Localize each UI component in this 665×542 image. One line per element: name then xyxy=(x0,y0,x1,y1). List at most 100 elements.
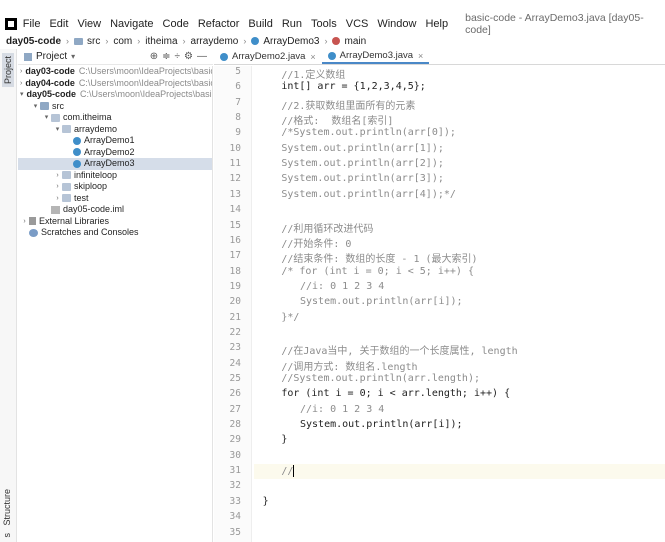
line-number-gutter[interactable]: 5 6 7 8 9 10 11 12 13 14 15 16 17 18 19 20 21 22 23 24 25 26 2… xyxy=(214,66,252,542)
gear-icon[interactable]: ⚙ xyxy=(184,51,193,62)
folder-icon xyxy=(74,37,84,45)
code-line: //开始条件: 0 xyxy=(281,238,352,250)
breadcrumb-item[interactable]: src xyxy=(87,36,100,47)
chevron-down-icon[interactable]: ▾ xyxy=(31,101,40,113)
tree-item[interactable]: ▾ arraydemo xyxy=(18,124,212,136)
menu-refactor[interactable]: Refactor xyxy=(198,18,240,30)
folder-icon xyxy=(40,102,49,111)
tree-item[interactable]: ArrayDemo3 xyxy=(18,158,212,170)
chevron-down-icon[interactable]: ▾ xyxy=(20,89,24,101)
breadcrumb-item[interactable]: main xyxy=(344,36,366,47)
chevron-down-icon[interactable]: ▾ xyxy=(71,52,75,61)
tree-item[interactable]: › skiploop xyxy=(18,181,212,193)
breadcrumb-item[interactable]: arraydemo xyxy=(191,36,239,47)
line-number: 5 xyxy=(235,66,241,77)
tree-item-label: External Libraries xyxy=(39,215,110,226)
chevron-right-icon[interactable]: › xyxy=(53,193,62,205)
menu-navigate[interactable]: Navigate xyxy=(110,18,153,30)
line-number: 24 xyxy=(229,357,241,369)
chevron-right-icon[interactable]: › xyxy=(20,66,22,78)
code-line: }*/ xyxy=(281,311,300,323)
project-panel-header: Project ▾ ⊕ ≑ ÷ ⚙ — xyxy=(18,49,213,65)
tree-item[interactable]: ArrayDemo2 xyxy=(18,147,212,159)
line-number: 26 xyxy=(229,388,241,400)
breadcrumb-item[interactable]: ArrayDemo3 xyxy=(263,36,319,47)
structure-tool-tab[interactable]: Structure xyxy=(2,489,12,526)
chevron-down-icon[interactable]: ▾ xyxy=(42,112,51,124)
menu-edit[interactable]: Edit xyxy=(49,18,68,30)
menu-run[interactable]: Run xyxy=(282,18,302,30)
line-number: 25 xyxy=(229,373,241,384)
tab-arraydemo3[interactable]: ArrayDemo3.java × xyxy=(321,49,430,64)
class-icon xyxy=(251,37,260,45)
menu-tools[interactable]: Tools xyxy=(311,18,337,30)
tree-item-path: C:\Users\moon\IdeaProjects\basic-code xyxy=(78,66,213,76)
line-number: 17 xyxy=(229,250,241,262)
code-line: // xyxy=(281,465,295,478)
tab-label: ArrayDemo3.java xyxy=(339,50,414,61)
chevron-right-icon[interactable]: › xyxy=(53,181,62,193)
menu-window[interactable]: Window xyxy=(377,18,416,30)
menu-code[interactable]: Code xyxy=(163,18,189,30)
menu-view[interactable]: View xyxy=(77,18,101,30)
project-tool-tab[interactable]: Project xyxy=(2,53,14,88)
class-icon xyxy=(327,51,336,60)
tree-item[interactable]: ArrayDemo1 xyxy=(18,135,212,147)
locate-icon[interactable]: ⊕ xyxy=(150,51,158,62)
tree-item[interactable]: › infiniteloop xyxy=(18,170,212,182)
code-line: int[] arr = {1,2,3,4,5}; xyxy=(281,81,426,93)
class-icon xyxy=(73,159,81,168)
menu-bar: File Edit View Navigate Code Refactor Bu… xyxy=(0,12,665,36)
tab-arraydemo2[interactable]: ArrayDemo2.java × xyxy=(214,49,322,64)
tree-item[interactable]: › External Libraries xyxy=(18,216,212,228)
collapse-all-icon[interactable]: ÷ xyxy=(175,51,181,62)
chevron-right-icon[interactable]: › xyxy=(53,170,62,182)
tree-item-path: C:\Users\moon\IdeaProjects\basic-code xyxy=(80,89,212,99)
tree-item[interactable]: Scratches and Consoles xyxy=(18,227,212,239)
line-number: 20 xyxy=(229,296,241,308)
breadcrumb-item[interactable]: itheima xyxy=(145,36,177,47)
chevron-right-icon[interactable]: › xyxy=(20,78,22,90)
tree-item-label: infiniteloop xyxy=(74,169,118,180)
tree-item-label: day05-code xyxy=(26,89,77,99)
line-number: 15 xyxy=(229,219,241,231)
line-number: 23 xyxy=(229,342,241,354)
breadcrumb-item[interactable]: day05-code xyxy=(6,36,61,47)
menu-help[interactable]: Help xyxy=(425,18,448,30)
tree-item-label: test xyxy=(74,192,89,203)
hide-panel-icon[interactable]: — xyxy=(197,51,207,62)
editor-tabs: ArrayDemo2.java × ArrayDemo3.java × xyxy=(214,49,665,65)
bottom-tool-tab[interactable]: s xyxy=(2,533,12,538)
tree-item[interactable]: ▾ src xyxy=(18,101,212,113)
line-number: 34 xyxy=(229,511,241,523)
close-icon[interactable]: × xyxy=(418,51,423,61)
project-tree: › day03-code C:\Users\moon\IdeaProjects\ba… xyxy=(18,66,213,542)
chevron-right-icon[interactable]: › xyxy=(20,216,29,228)
menu-file[interactable]: File xyxy=(23,18,41,30)
package-icon xyxy=(62,182,71,191)
menu-vcs[interactable]: VCS xyxy=(346,18,369,30)
tree-item-label: day04-code xyxy=(25,77,75,88)
tree-item[interactable]: › day03-code C:\Users\moon\IdeaProjects\ba… xyxy=(18,66,212,78)
tree-item-label: src xyxy=(52,100,64,111)
expand-all-icon[interactable]: ≑ xyxy=(162,51,170,62)
tree-item[interactable]: day05-code.iml xyxy=(18,204,212,216)
tree-item[interactable]: ▾ day05-code C:\Users\moon\IdeaProjects\ba… xyxy=(18,89,212,101)
line-number: 6 xyxy=(235,81,241,93)
tree-item[interactable]: › test xyxy=(18,193,212,205)
line-number: 32 xyxy=(229,480,241,492)
tree-item-label: arraydemo xyxy=(74,123,118,134)
chevron-right-icon: › xyxy=(66,36,70,46)
close-icon[interactable]: × xyxy=(310,52,315,62)
tree-item[interactable]: › day04-code C:\Users\moon\IdeaProjects\ba… xyxy=(18,78,212,90)
menu-build[interactable]: Build xyxy=(248,18,272,30)
project-panel-title[interactable]: Project xyxy=(36,51,67,62)
breadcrumb-item[interactable]: com xyxy=(113,36,132,47)
code-editor[interactable]: //1.定义数组 int[] arr = {1,2,3,4,5}; //2.获取数组… xyxy=(254,66,665,542)
line-number: 33 xyxy=(229,495,241,507)
code-line: //2.获取数组里面所有的元素 xyxy=(281,100,416,112)
chevron-down-icon[interactable]: ▾ xyxy=(53,124,62,136)
tree-item[interactable]: ▾ com.itheima xyxy=(18,112,212,124)
line-number: 18 xyxy=(229,265,241,277)
class-icon xyxy=(73,148,81,157)
